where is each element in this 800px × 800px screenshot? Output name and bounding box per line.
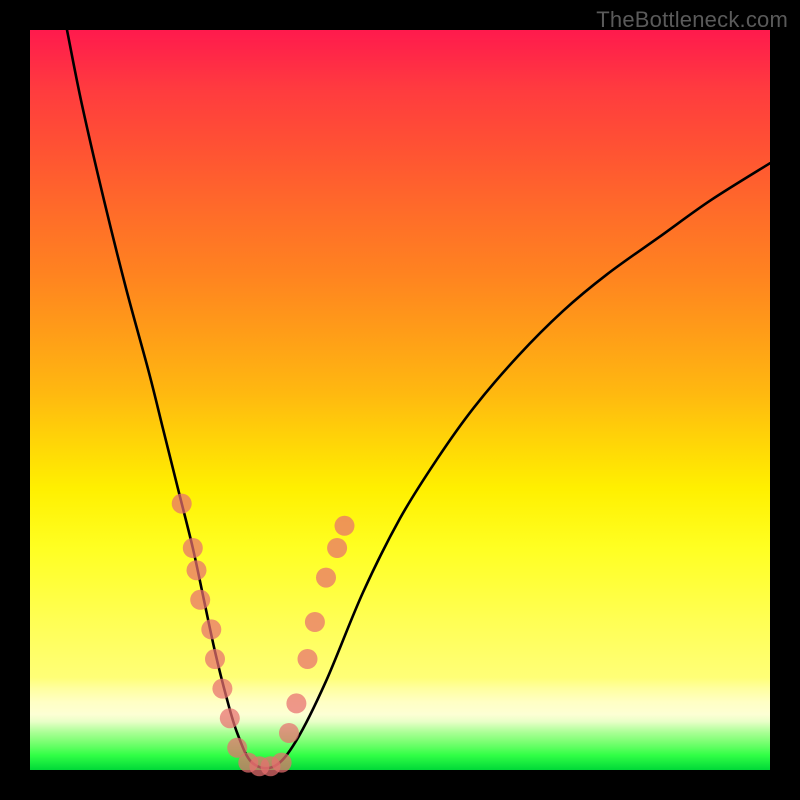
bottleneck-curve [67, 30, 770, 768]
data-marker [279, 723, 299, 743]
data-marker [201, 619, 221, 639]
watermark-text: TheBottleneck.com [596, 7, 788, 33]
data-marker [335, 516, 355, 536]
data-marker [183, 538, 203, 558]
data-marker [187, 560, 207, 580]
data-marker [212, 679, 232, 699]
data-marker [305, 612, 325, 632]
data-marker [172, 494, 192, 514]
chart-frame: TheBottleneck.com [0, 0, 800, 800]
data-marker [272, 753, 292, 773]
data-marker [327, 538, 347, 558]
data-marker [298, 649, 318, 669]
plot-area [30, 30, 770, 770]
chart-svg [30, 30, 770, 770]
data-marker [316, 568, 336, 588]
data-marker [190, 590, 210, 610]
marker-group [172, 494, 355, 777]
data-marker [286, 693, 306, 713]
data-marker [220, 708, 240, 728]
data-marker [205, 649, 225, 669]
